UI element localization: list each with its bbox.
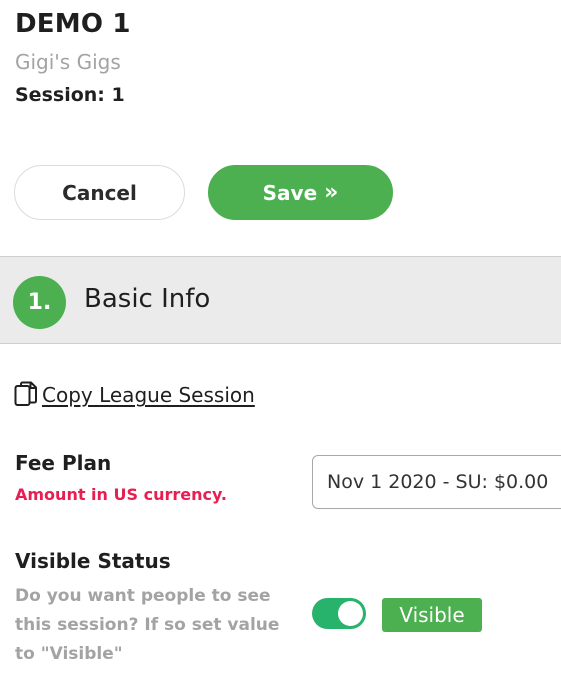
save-button-label: Save [262, 180, 318, 205]
section-title: Basic Info [84, 284, 211, 314]
copy-link-label: Copy League Session [42, 383, 255, 407]
fee-plan-hint: Amount in US currency. [15, 485, 227, 504]
fee-plan-label: Fee Plan [15, 451, 112, 475]
toggle-knob [338, 601, 363, 626]
visible-status-help-text: Do you want people to see this session? … [15, 586, 280, 664]
fee-plan-selected-value: Nov 1 2020 - SU: $0.00 [327, 471, 549, 493]
fee-plan-select[interactable]: Nov 1 2020 - SU: $0.00 [312, 455, 561, 509]
save-button[interactable]: Save » [208, 165, 393, 220]
cancel-button[interactable]: Cancel [14, 165, 185, 220]
organization-name: Gigi's Gigs [15, 50, 121, 74]
visible-status-label: Visible Status [15, 549, 171, 573]
visible-status-badge: Visible [382, 598, 482, 632]
copy-icon [14, 381, 37, 406]
session-label: Session: 1 [15, 84, 125, 106]
double-chevron-right-icon: » [324, 179, 339, 205]
cancel-button-label: Cancel [62, 180, 137, 205]
section-header: 1. Basic Info [0, 256, 561, 344]
page-title: DEMO 1 [15, 9, 131, 39]
visible-status-toggle[interactable] [312, 598, 366, 629]
copy-league-session-link[interactable]: Copy League Session [14, 381, 255, 409]
step-number-badge: 1. [13, 276, 66, 329]
